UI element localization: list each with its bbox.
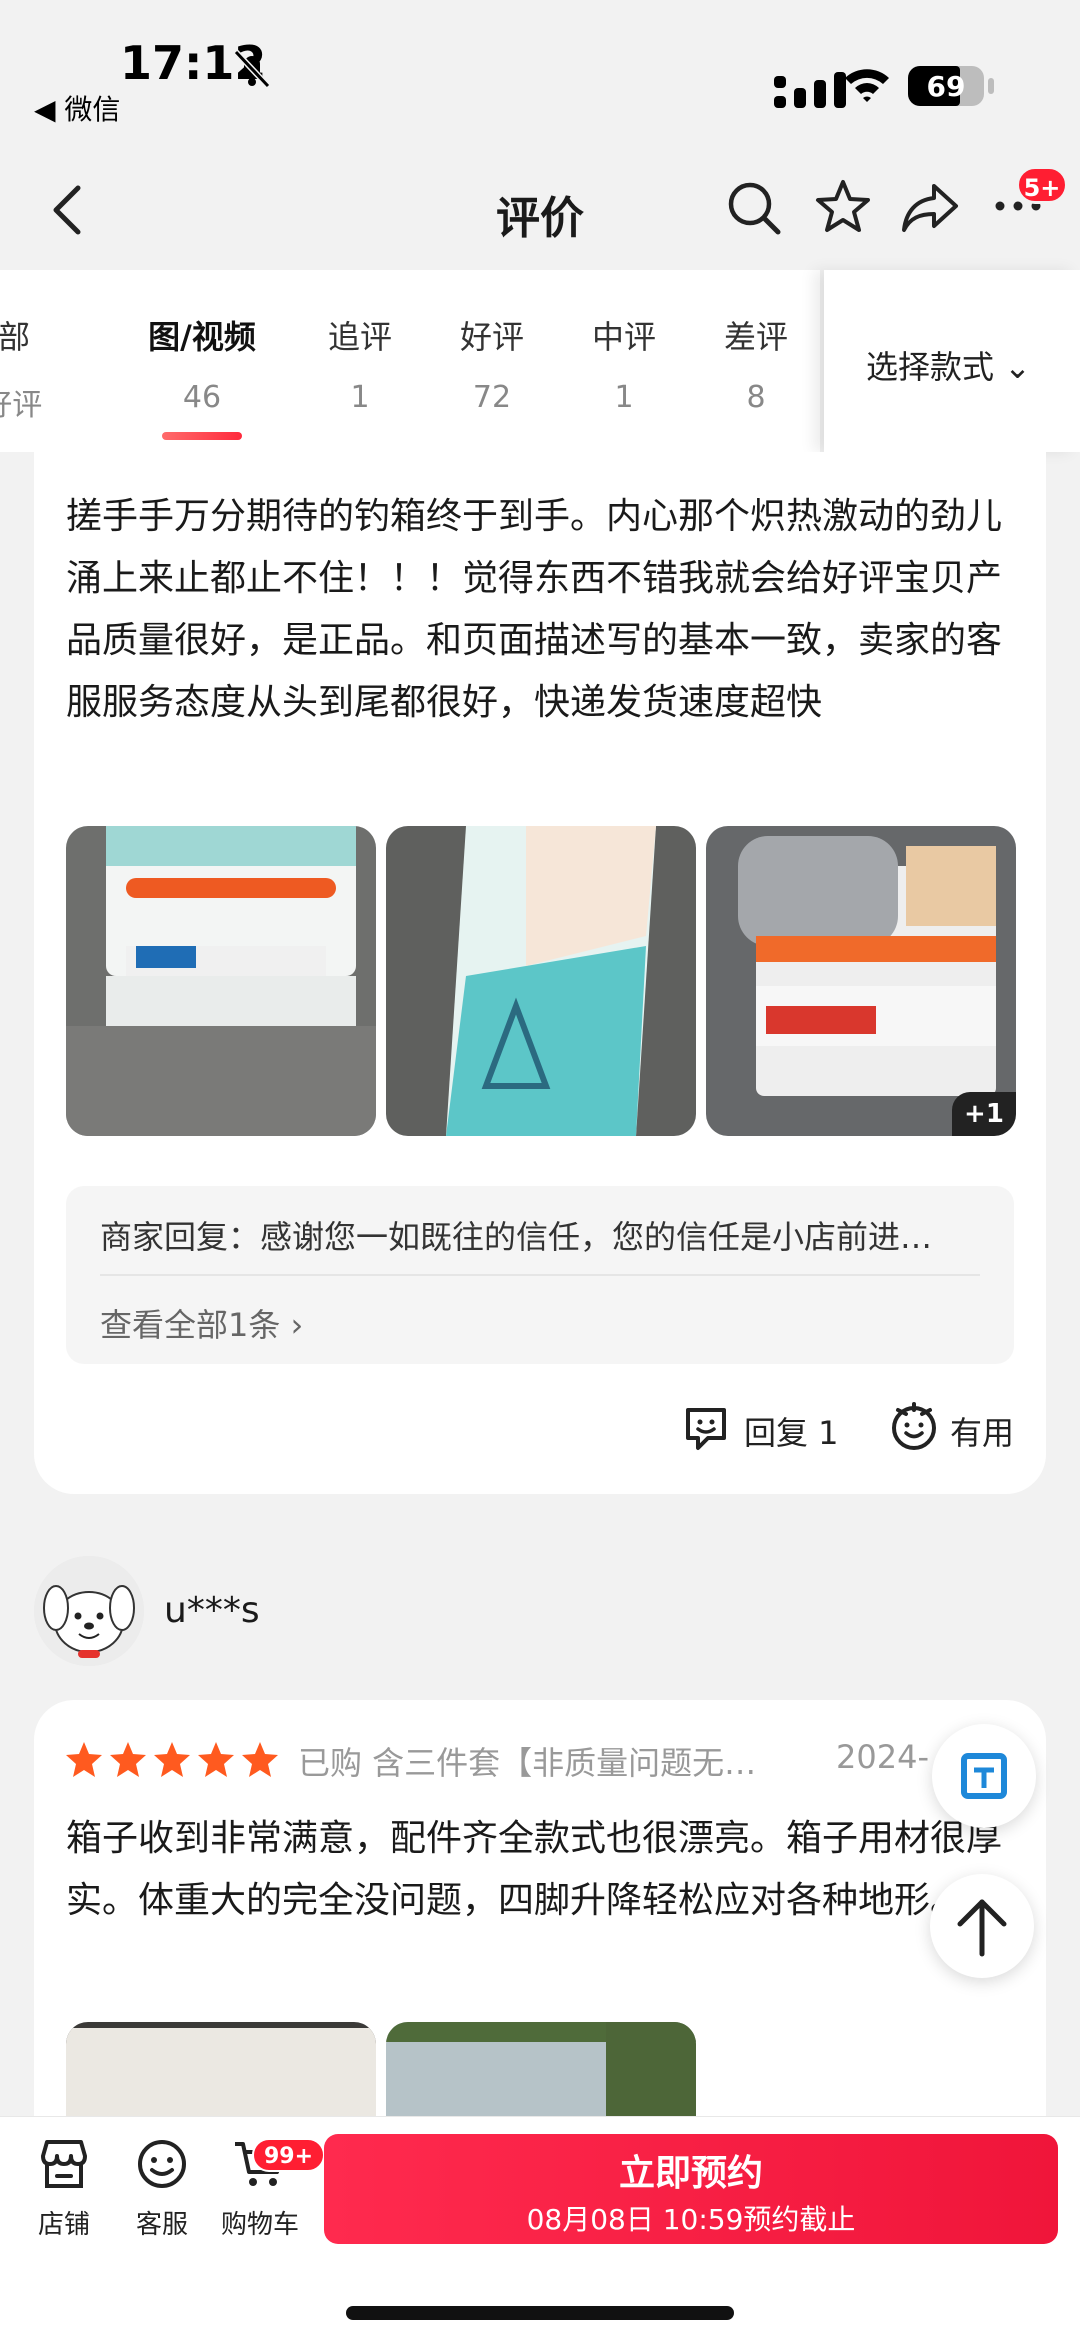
review-text: 箱子收到非常满意，配件齐全款式也很漂亮。箱子用材很厚实。体重大的完全没问题，四脚…	[66, 1818, 1003, 1921]
ask-question-button[interactable]	[932, 1724, 1036, 1828]
style-select-dropdown[interactable]: 选择款式 ⌄	[824, 270, 1080, 452]
reserve-now-button[interactable]: 立即预约 08月08日 10:59预约截止	[324, 2134, 1058, 2244]
tab-all[interactable]: 全部 %好评	[0, 312, 58, 424]
back-to-wechat[interactable]: ◀ 微信	[34, 88, 120, 128]
notification-badge: 5+	[1016, 166, 1068, 204]
review-photo[interactable]: +1	[706, 826, 1016, 1136]
merchant-reply-box[interactable]: 商家回复：感谢您一如既往的信任，您的信任是小店前进… 查看全部1条 ›	[66, 1186, 1014, 1364]
review-filter-tabs: 全部 %好评 图/视频 46 追评 1 好评 72 中评 1 差评 8	[0, 270, 820, 452]
active-tab-indicator	[162, 432, 242, 440]
search-icon[interactable]	[726, 180, 782, 236]
merchant-reply-text: 商家回复：感谢您一如既往的信任，您的信任是小店前进…	[100, 1218, 933, 1256]
purchase-variant: 已购 含三件套【非质量问题无…	[298, 1744, 757, 1782]
customer-service-button[interactable]: 客服	[114, 2136, 210, 2241]
review-text: 搓手手万分期待的钓箱终于到手。内心那个炽热激动的劲儿涌上来止都止不住！！！觉得东…	[66, 496, 1003, 723]
customer-service-icon	[138, 2140, 186, 2188]
review-date: 2024-	[836, 1738, 929, 1776]
more-photos-count: +1	[952, 1092, 1016, 1136]
useful-button-label[interactable]: 有用	[950, 1408, 1014, 1454]
review-photo[interactable]	[66, 2022, 376, 2122]
home-indicator	[346, 2306, 734, 2320]
review-photo[interactable]	[386, 826, 696, 1136]
mute-bell-icon	[233, 49, 271, 89]
reply-comment-icon[interactable]	[682, 1404, 730, 1452]
view-all-replies-link[interactable]: 查看全部1条 ›	[100, 1300, 303, 1346]
tab-negative[interactable]: 差评 8	[696, 312, 816, 415]
review-photo[interactable]	[66, 826, 376, 1136]
battery-cap	[988, 78, 994, 94]
reply-button-label[interactable]: 回复 1	[744, 1408, 839, 1454]
review-photo[interactable]	[386, 2022, 696, 2122]
divider	[100, 1274, 980, 1276]
share-icon[interactable]	[900, 180, 960, 236]
tab-neutral[interactable]: 中评 1	[564, 312, 684, 415]
favorite-star-icon[interactable]	[814, 178, 872, 236]
tab-photo-video[interactable]: 图/视频 46	[142, 312, 262, 415]
rating-stars-icon	[66, 1742, 278, 1777]
scroll-to-top-button[interactable]	[930, 1874, 1034, 1978]
reviewer-username: u***s	[164, 1590, 260, 1631]
avatar	[34, 1556, 144, 1666]
tab-positive[interactable]: 好评 72	[432, 312, 552, 415]
cart-count-badge: 99+	[252, 2138, 326, 2172]
store-icon	[41, 2140, 87, 2188]
useful-like-icon[interactable]	[888, 1400, 940, 1452]
store-button[interactable]: 店铺	[16, 2136, 112, 2241]
tab-followup[interactable]: 追评 1	[300, 312, 420, 415]
battery-indicator: 69	[908, 66, 984, 106]
wifi-icon	[845, 69, 889, 102]
